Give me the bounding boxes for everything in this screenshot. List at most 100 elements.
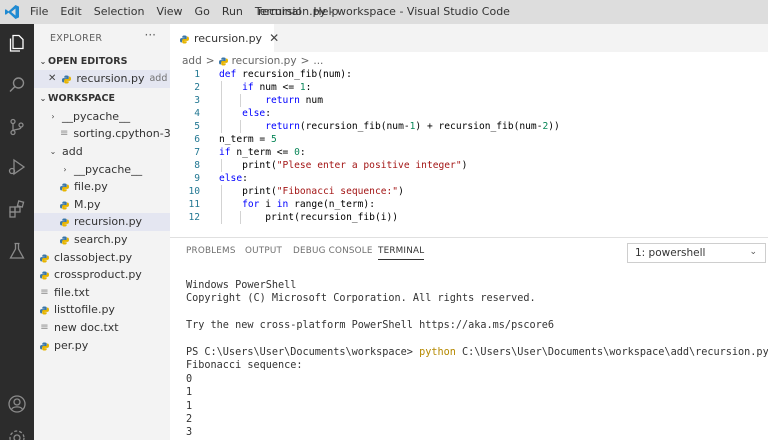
settings-icon[interactable] — [0, 421, 34, 440]
tree-folder[interactable]: › __pycache__ — [34, 160, 170, 178]
account-icon[interactable] — [0, 387, 34, 421]
menu-run[interactable]: Run — [216, 0, 249, 24]
open-editors-header[interactable]: ⌄ OPEN EDITORS — [34, 52, 170, 70]
text-file-icon: ≡ — [40, 322, 49, 334]
tree-folder[interactable]: ⌄ add — [34, 143, 170, 161]
search-icon[interactable] — [0, 68, 34, 102]
terminal-command-arg: C:\Users\User\Documents\workspace\add\re… — [462, 346, 768, 358]
tree-item-label: add — [62, 145, 83, 159]
terminal-select-value: 1: powershell — [635, 247, 706, 259]
python-file-icon — [218, 56, 228, 66]
code-line: return(recursion_fib(num-1) + recursion_… — [265, 121, 560, 132]
tree-item-label: crossproduct.py — [54, 268, 142, 282]
chevron-down-icon: ⌄ — [39, 94, 47, 104]
source-control-icon[interactable] — [0, 110, 34, 144]
close-icon[interactable]: ✕ — [48, 73, 56, 84]
code-line: if n_term <= 0: — [219, 147, 306, 158]
chevron-right-icon: › — [63, 164, 67, 174]
menu-go[interactable]: Go — [189, 0, 216, 24]
chevron-down-icon: ⌄ — [749, 247, 757, 257]
terminal-line: 2 — [186, 413, 193, 425]
line-number: 3 — [194, 95, 200, 106]
breadcrumb-file[interactable]: recursion.py — [232, 55, 297, 67]
menu-terminal[interactable]: Terminal — [249, 0, 308, 24]
terminal-line: 1 — [186, 387, 193, 399]
terminal-select[interactable]: 1: powershell ⌄ — [627, 243, 766, 263]
python-file-icon — [40, 341, 49, 351]
python-file-icon — [60, 235, 69, 245]
line-number: 12 — [188, 212, 200, 223]
python-file-icon — [40, 305, 49, 315]
tree-file[interactable]: M.py — [34, 196, 170, 214]
terminal-line: Fibonacci sequence: — [186, 360, 303, 372]
explorer-more-button[interactable]: ··· — [145, 28, 156, 42]
tree-file[interactable]: recursion.py — [34, 213, 170, 231]
tree-file[interactable]: ≡ file.txt — [34, 284, 170, 302]
python-file-icon — [60, 182, 69, 192]
text-file-icon: ≡ — [60, 128, 69, 140]
breadcrumb-symbol[interactable]: ... — [313, 55, 323, 67]
open-editor-item[interactable]: ✕ recursion.py add — [34, 70, 170, 88]
extensions-icon[interactable] — [0, 192, 34, 226]
open-editor-folder: add — [149, 73, 168, 85]
tree-item-label: search.py — [74, 233, 128, 247]
line-number: 2 — [194, 82, 200, 93]
terminal-command: python — [419, 346, 456, 358]
code-line: print(recursion_fib(i)) — [219, 212, 399, 223]
terminal-prompt: PS C:\Users\User\Documents\workspace> — [186, 346, 413, 358]
line-number: 6 — [194, 134, 200, 145]
line-number: 1 — [194, 69, 200, 80]
terminal-output[interactable]: Windows PowerShell Copyright (C) Microso… — [186, 279, 768, 440]
tree-folder[interactable]: › __pycache__ — [34, 108, 170, 126]
code-line: n_term = 5 — [219, 134, 277, 145]
file-tree: ›__pycache__≡sorting.cpython-38....⌄add›… — [34, 108, 170, 354]
tree-file[interactable]: ≡ sorting.cpython-38.... — [34, 125, 170, 143]
tree-item-label: file.py — [74, 180, 108, 194]
tree-file[interactable]: ≡ new doc.txt — [34, 319, 170, 337]
code-line: if num <= 1: — [242, 82, 312, 93]
line-number: 7 — [194, 147, 200, 158]
code-editor[interactable]: 1 def recursion_fib(num): 2 if num <= 1: … — [170, 68, 768, 236]
bottom-panel: PROBLEMS OUTPUT DEBUG CONSOLE TERMINAL 1… — [170, 237, 768, 440]
vscode-logo-icon — [0, 0, 24, 24]
tab-debug-console[interactable]: DEBUG CONSOLE — [293, 246, 373, 256]
tree-file[interactable]: listtofile.py — [34, 301, 170, 319]
tree-file[interactable]: classobject.py — [34, 248, 170, 266]
code-line: else: — [219, 173, 248, 184]
tab-recursion-py[interactable]: recursion.py ✕ — [170, 24, 279, 52]
menu-view[interactable]: View — [150, 0, 188, 24]
code-line: def recursion_fib(num): — [219, 69, 352, 80]
tree-file[interactable]: file.py — [34, 178, 170, 196]
testing-icon[interactable] — [0, 234, 34, 268]
workspace-header[interactable]: ⌄ WORKSPACE — [34, 90, 170, 108]
breadcrumb-separator: > — [300, 55, 310, 67]
code-line: for i in range(n_term): — [242, 199, 375, 210]
tree-item-label: per.py — [54, 338, 89, 352]
terminal-line: Windows PowerShell — [186, 280, 297, 291]
tree-file[interactable]: crossproduct.py — [34, 266, 170, 284]
line-number: 5 — [194, 121, 200, 132]
close-icon[interactable]: ✕ — [269, 31, 279, 45]
tree-item-label: file.txt — [54, 285, 90, 299]
tree-file[interactable]: search.py — [34, 231, 170, 249]
menu-selection[interactable]: Selection — [88, 0, 151, 24]
breadcrumb-separator: > — [205, 55, 215, 67]
code-line: else: — [242, 108, 271, 119]
terminal-line: Try the new cross-platform PowerShell ht… — [186, 320, 555, 332]
tree-item-label: sorting.cpython-38.... — [73, 127, 170, 141]
explorer-icon[interactable] — [0, 26, 34, 60]
tab-problems[interactable]: PROBLEMS — [186, 246, 236, 256]
terminal-line: 1 — [186, 400, 193, 412]
menu-edit[interactable]: Edit — [54, 0, 87, 24]
chevron-right-icon: › — [51, 111, 55, 121]
terminal-line: 0 — [186, 373, 193, 385]
menu-file[interactable]: File — [24, 0, 54, 24]
run-debug-icon[interactable] — [0, 150, 34, 184]
tree-file[interactable]: per.py — [34, 336, 170, 354]
tab-terminal[interactable]: TERMINAL — [378, 246, 425, 260]
tab-output[interactable]: OUTPUT — [245, 246, 282, 256]
menu-help[interactable]: Help — [307, 0, 344, 24]
breadcrumb-folder[interactable]: add — [182, 55, 202, 67]
terminal-line: Copyright (C) Microsoft Corporation. All… — [186, 293, 536, 305]
